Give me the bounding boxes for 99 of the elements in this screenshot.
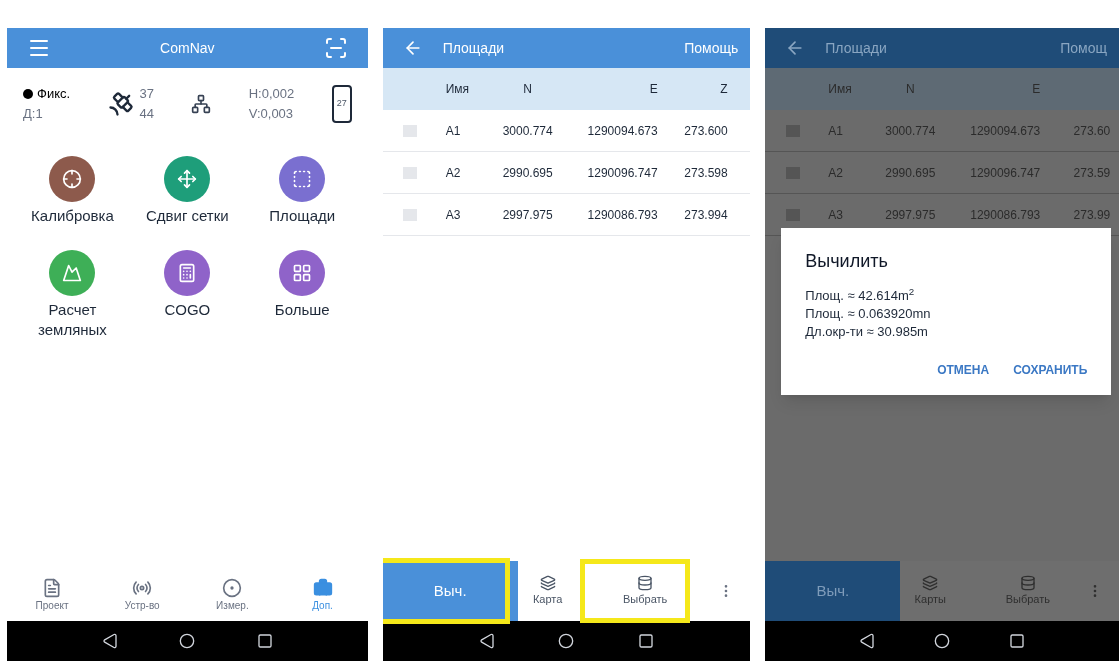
bottom-tab[interactable]: Измер. (197, 577, 268, 613)
table-cell-text: 273.598 (683, 164, 728, 182)
table-cell-text: A2 (444, 164, 462, 182)
recents-icon[interactable] (638, 633, 655, 649)
horizontal-precision: H:0,002 (248, 85, 295, 103)
table-cell-text: 273.600 (683, 122, 728, 140)
table-cell-text: 2997.975 (501, 206, 554, 224)
tool-icon (62, 263, 83, 283)
tool-button[interactable] (164, 250, 211, 296)
table-cell-text: 273.59 (1072, 164, 1111, 182)
column-header: Имя (827, 81, 853, 98)
tab-icon (222, 577, 243, 598)
table-cell-text: A3 (444, 206, 462, 224)
back-icon[interactable] (101, 633, 118, 649)
tab-icon (312, 577, 333, 598)
table-cell-text: 1290086.793 (969, 206, 1041, 224)
table-cell-text: 2997.975 (884, 206, 937, 224)
result-line: Площ. ≈ 42.614m$^{2}$ (805, 287, 916, 305)
age-text: Д:1 (23, 105, 44, 123)
tool-icon (62, 169, 83, 189)
select-button[interactable]: Выбрать (597, 561, 693, 621)
table-cell-text: 2990.695 (501, 164, 554, 182)
app-title: ComNav (160, 39, 215, 58)
tool-button[interactable] (279, 250, 326, 296)
table-cell-text: A1 (827, 122, 844, 140)
database-icon (637, 574, 654, 591)
result-line: Дл.окр-ти ≈ 30.985m (805, 323, 929, 341)
back-icon[interactable] (478, 633, 495, 649)
column-header: Имя (444, 81, 471, 98)
table-cell-text: 1290094.673 (969, 122, 1041, 140)
tool-icon (292, 263, 313, 283)
compute-button[interactable]: Выч. (765, 561, 901, 621)
compute-button[interactable]: Выч. (382, 561, 518, 621)
tool-button[interactable] (49, 156, 96, 202)
home-icon[interactable] (558, 633, 575, 649)
tool-icon (177, 263, 198, 283)
map-button[interactable]: Карты (900, 561, 961, 621)
back-icon[interactable] (858, 633, 875, 649)
select-button[interactable]: Выбрать (980, 561, 1076, 621)
database-icon (1019, 574, 1036, 591)
help-link[interactable]: Помощ (1060, 38, 1107, 58)
bottom-tab[interactable]: Устр-во (107, 577, 178, 613)
result-line: Площ. ≈ 0.063920mn (805, 305, 932, 323)
table-cell-text: 1290094.673 (586, 122, 658, 140)
vertical-precision: V:0,003 (248, 105, 295, 123)
row-checkbox[interactable] (403, 208, 418, 221)
column-header: N (522, 81, 533, 98)
row-checkbox[interactable] (403, 124, 418, 137)
column-header: E (1031, 81, 1041, 98)
recents-icon[interactable] (256, 633, 273, 649)
table-cell-text: 1290096.747 (969, 164, 1041, 182)
fix-status: Фикс. (37, 85, 71, 103)
layers-icon (922, 574, 939, 591)
tool-label: Расчет земляных (37, 300, 108, 340)
tab-icon (42, 577, 63, 598)
table-cell-text: 273.60 (1072, 122, 1111, 140)
satellite-icon (107, 90, 136, 118)
table-cell-text: 1290086.793 (586, 206, 658, 224)
screen-title: Площади (825, 39, 887, 58)
tool-icon (177, 169, 198, 189)
save-button[interactable]: СОХРАНИТЬ (1013, 361, 1088, 379)
column-header: E (648, 81, 658, 98)
column-header: N (904, 81, 916, 98)
table-cell-text: A2 (827, 164, 844, 182)
help-link[interactable]: Помощь (684, 38, 739, 58)
network-icon (191, 94, 212, 114)
table-cell-text: A3 (827, 206, 844, 224)
home-icon[interactable] (934, 633, 951, 649)
satellites-used: 37 (139, 85, 154, 103)
tool-button[interactable] (279, 156, 326, 202)
row-checkbox[interactable] (403, 166, 418, 179)
layers-icon (539, 574, 556, 591)
dialog-title: Вычилить (805, 250, 889, 273)
bottom-tab[interactable]: Проект (17, 577, 88, 613)
tool-label: COGO (163, 300, 212, 320)
table-cell-text: 2990.695 (884, 164, 937, 182)
table-cell-text: 273.994 (683, 206, 728, 224)
table-cell-text: A1 (444, 122, 462, 140)
scan-icon[interactable] (323, 36, 348, 60)
battery-level: 27 (336, 97, 347, 111)
tool-label: Площади (268, 206, 337, 226)
bottom-tab[interactable]: Доп. (287, 577, 358, 613)
recents-icon[interactable] (1009, 633, 1026, 649)
map-button[interactable]: Карта (517, 561, 578, 621)
tool-icon (292, 169, 313, 189)
table-cell-text: 3000.774 (501, 122, 554, 140)
tool-button[interactable] (164, 156, 211, 202)
satellites-total: 44 (139, 105, 154, 123)
tool-label: Больше (273, 300, 331, 320)
table-cell-text: 1290096.747 (586, 164, 658, 182)
table-cell-text: 3000.774 (884, 122, 937, 140)
tool-label: Сдвиг сетки (144, 206, 230, 226)
column-header: Z (719, 81, 728, 98)
cancel-button[interactable]: ОТМЕНА (937, 361, 990, 379)
home-icon[interactable] (179, 633, 196, 649)
tool-label: Калибровка (30, 206, 115, 226)
screen-title: Площади (442, 39, 505, 58)
tool-button[interactable] (49, 250, 96, 296)
table-cell-text: 273.99 (1072, 206, 1111, 224)
